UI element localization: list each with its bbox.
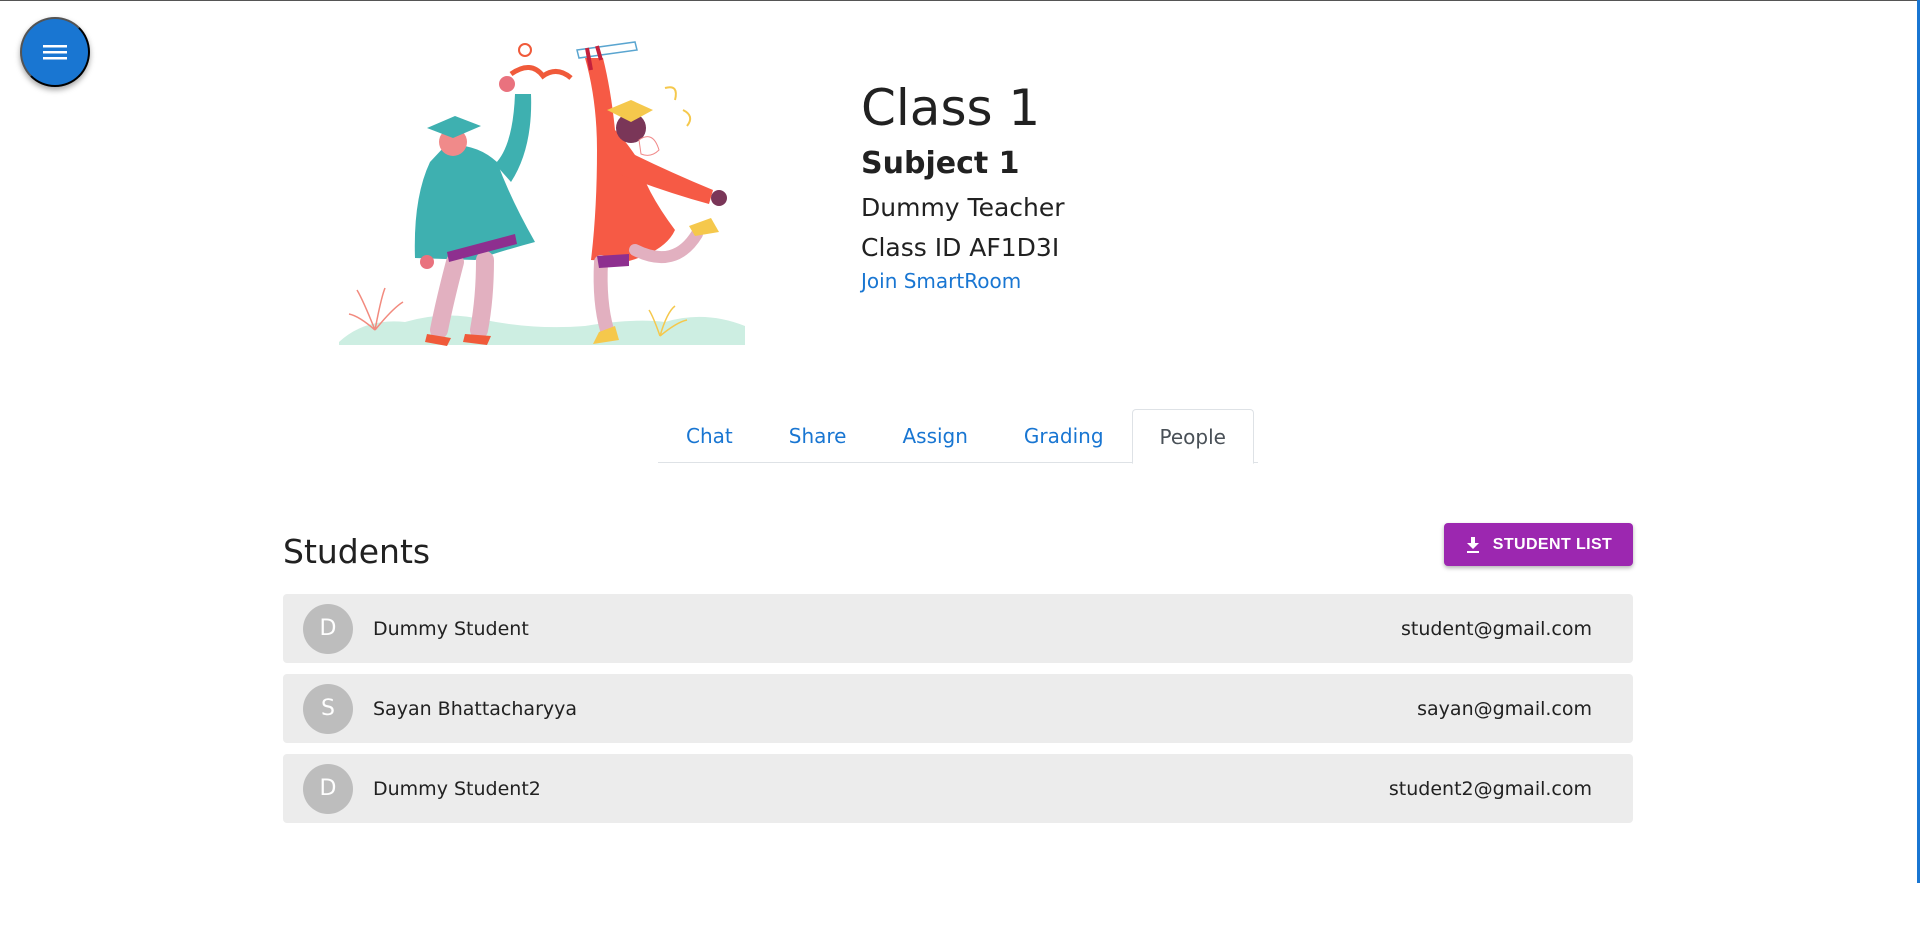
student-row[interactable]: D Dummy Student student@gmail.com [283,594,1633,663]
student-email: student@gmail.com [1400,617,1592,640]
class-tabs: Chat Share Assign Grading People [658,409,1258,464]
student-name: Sayan Bhattacharyya [373,697,578,720]
students-heading: Students [283,532,431,571]
join-smartroom-link[interactable]: Join SmartRoom [861,268,1021,294]
class-title: Class 1 [861,79,1041,137]
tab-assign[interactable]: Assign [874,409,995,463]
avatar: S [303,683,353,734]
student-row[interactable]: S Sayan Bhattacharyya sayan@gmail.com [283,674,1633,743]
student-list: D Dummy Student student@gmail.com S Saya… [283,594,1633,834]
hamburger-menu-icon [43,45,67,60]
student-name: Dummy Student [373,617,529,640]
tab-share[interactable]: Share [761,409,875,463]
student-row[interactable]: D Dummy Student2 student2@gmail.com [283,754,1633,823]
tab-people[interactable]: People [1131,409,1254,464]
download-icon [1466,536,1479,553]
student-name: Dummy Student2 [373,777,541,800]
menu-button[interactable] [20,17,90,87]
class-subject: Subject 1 [861,146,1020,181]
avatar: D [303,603,353,654]
download-button-label: STUDENT LIST [1492,535,1613,553]
class-info: Class 1 Subject 1 Dummy Teacher Class ID… [861,78,1065,294]
avatar: D [303,763,353,814]
class-id: Class ID AF1D3I [861,233,1060,262]
student-email: sayan@gmail.com [1417,697,1592,720]
tab-grading[interactable]: Grading [996,409,1132,463]
graduation-illustration [339,41,745,346]
tab-chat[interactable]: Chat [658,409,761,463]
class-teacher: Dummy Teacher [861,193,1065,222]
top-border [0,0,1920,1]
student-email: student2@gmail.com [1388,777,1592,800]
download-student-list-button[interactable]: STUDENT LIST [1444,523,1633,566]
